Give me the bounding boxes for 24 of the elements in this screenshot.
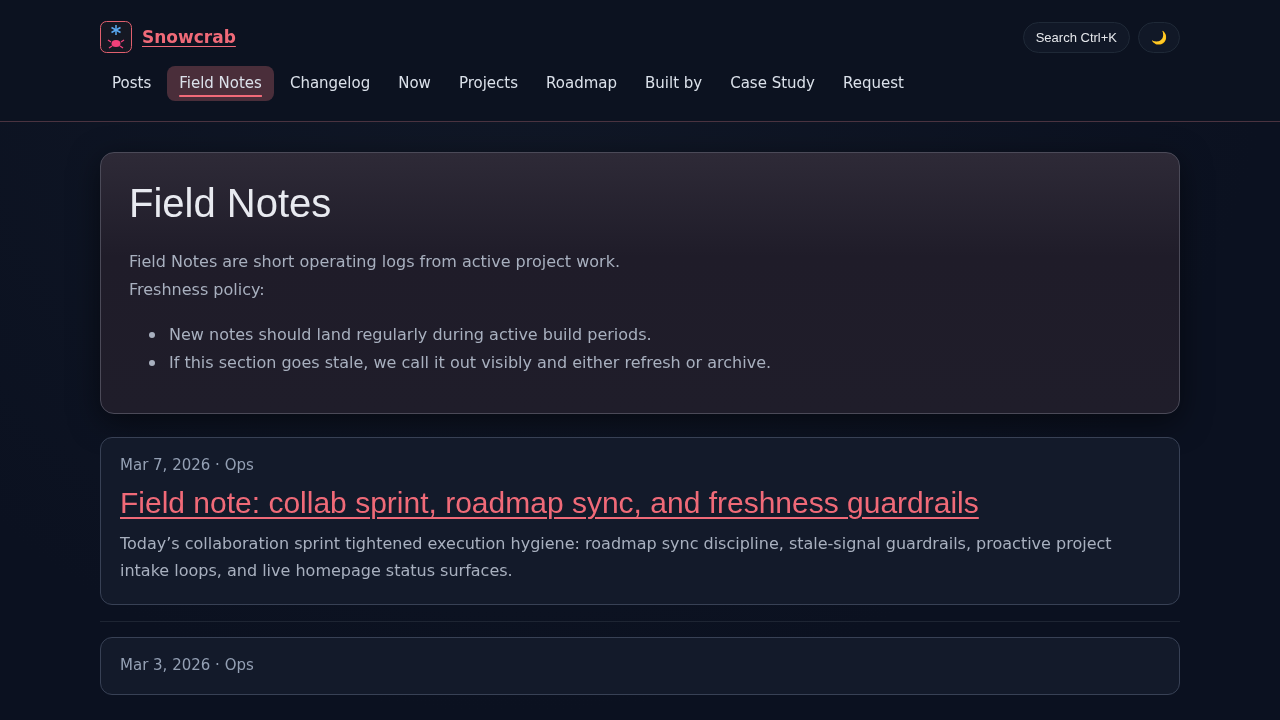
post-meta: Mar 3, 2026 · Ops	[120, 656, 255, 674]
post-meta: Mar 7, 2026 · Ops	[120, 456, 255, 474]
theme-toggle-button[interactable]: 🌙	[1138, 21, 1180, 53]
nav-tab[interactable]: Posts	[100, 66, 164, 101]
snowflake-crab-logo-icon[interactable]	[100, 21, 132, 53]
bullet-text: If this section goes stale, we call it out visibly and either refresh or archive.	[169, 352, 772, 374]
bullet-icon	[149, 360, 155, 366]
nav-tab[interactable]: Built by	[633, 66, 715, 101]
post-title-link[interactable]: Field note: collab sprint, roadmap sync, and freshness guardrails	[120, 486, 979, 520]
intro-text: Field Notes are short operating logs from active project work.	[129, 251, 622, 273]
bullet-icon	[149, 332, 155, 338]
site-title-link[interactable]: Snowcrab	[142, 27, 236, 47]
nav-tab[interactable]: Field Notes	[167, 66, 274, 101]
post-summary: Today’s collaboration sprint tightened execution hygiene: roadmap sync discipline, stale-signal guardrails, proactive project intake loops, and live homepage status surfaces.	[120, 533, 1113, 582]
nav-tab[interactable]: Projects	[446, 66, 531, 101]
nav-tab[interactable]: Now	[386, 66, 443, 101]
nav-tab[interactable]: Roadmap	[534, 66, 629, 101]
nav-tab[interactable]: Request	[831, 66, 916, 101]
nav-tab[interactable]: Changelog	[277, 66, 383, 101]
search-button[interactable]: Search Ctrl+K	[1022, 21, 1130, 53]
nav-tab[interactable]: Case Study	[718, 66, 827, 101]
bullet-text: New notes should land regularly during active build periods.	[169, 324, 652, 346]
intro-text: Freshness policy:	[129, 279, 266, 301]
page-title: Field Notes	[129, 181, 333, 226]
